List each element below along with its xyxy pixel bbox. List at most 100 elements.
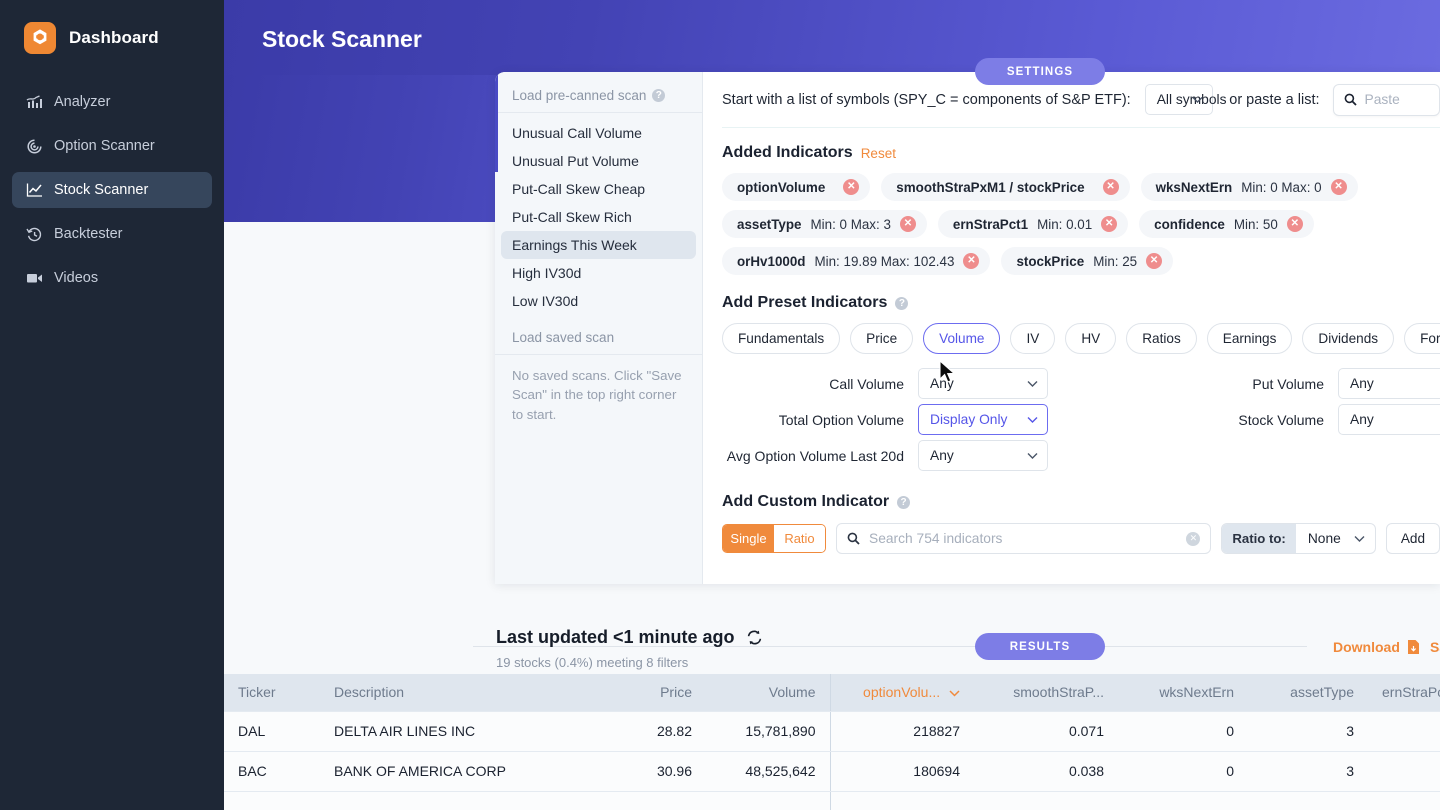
- cell-asset-type: [1248, 791, 1368, 810]
- chevron-down-icon: [1027, 416, 1038, 423]
- cell-wks-next-ern: 0: [1118, 751, 1248, 792]
- sidebar-item-option-scanner[interactable]: Option Scanner: [12, 128, 212, 164]
- col-header-option-volume[interactable]: optionVolu...: [829, 674, 974, 712]
- indicator-chip[interactable]: ernStraPct1 Min: 0.01 ✕: [937, 210, 1129, 238]
- indicator-chip[interactable]: smoothStraPxM1 / stockPrice ✕: [881, 173, 1130, 201]
- clear-icon[interactable]: ✕: [1186, 531, 1201, 546]
- stock-volume-select[interactable]: Any: [1338, 404, 1440, 435]
- col-header-ticker[interactable]: Ticker: [224, 674, 320, 712]
- preset-button-iv[interactable]: IV: [1010, 323, 1056, 354]
- divider-right: [1102, 646, 1307, 647]
- col-header-price[interactable]: Price: [610, 674, 706, 712]
- custom-indicator-header: Add Custom Indicator ?: [722, 493, 1440, 511]
- scan-item-label: Unusual Call Volume: [512, 125, 642, 141]
- remove-indicator-icon[interactable]: ✕: [963, 253, 980, 269]
- indicator-chip[interactable]: assetType Min: 0 Max: 3 ✕: [722, 210, 927, 238]
- ratio-to-select[interactable]: None: [1296, 524, 1375, 553]
- sidebar-item-label: Backtester: [54, 226, 123, 242]
- cell-smooth-stra-px: [974, 791, 1118, 810]
- scan-item[interactable]: Low IV30d: [501, 287, 696, 315]
- remove-indicator-icon[interactable]: ✕: [1102, 179, 1119, 195]
- col-header-smooth-stra-px[interactable]: smoothStraP...: [974, 674, 1118, 712]
- cell-volume: 15,781,890: [706, 711, 830, 752]
- remove-indicator-icon[interactable]: ✕: [899, 216, 916, 232]
- table-row[interactable]: DAL DELTA AIR LINES INC 28.82 15,781,890…: [224, 711, 1440, 752]
- save-scan-button[interactable]: Save Scan: [1430, 639, 1440, 655]
- scan-item[interactable]: Put-Call Skew Rich: [501, 203, 696, 231]
- indicator-search-placeholder: Search 754 indicators: [869, 531, 1003, 546]
- scan-item[interactable]: Put-Call Skew Cheap: [501, 175, 696, 203]
- indicator-mode-toggle[interactable]: Single Ratio: [722, 524, 826, 553]
- table-header-row: Ticker Description Price Volume optionVo…: [224, 674, 1440, 712]
- avg-option-volume-select[interactable]: Any: [918, 440, 1048, 471]
- paste-symbols-input[interactable]: Paste: [1332, 83, 1440, 116]
- help-icon[interactable]: ?: [897, 495, 911, 509]
- symbols-select[interactable]: All symbols: [1144, 84, 1227, 115]
- sidebar: Dashboard Analyzer Option Scanner Stock …: [0, 0, 224, 810]
- add-indicator-button[interactable]: Add: [1385, 523, 1440, 554]
- put-volume-select[interactable]: Any: [1338, 368, 1440, 399]
- field-label-total-option-volume: Total Option Volume: [778, 411, 904, 428]
- col-header-description[interactable]: Description: [320, 674, 610, 712]
- download-button[interactable]: Download: [1333, 639, 1420, 655]
- preset-button-fundamentals[interactable]: Fundamentals: [722, 323, 841, 354]
- indicator-chip[interactable]: confidence Min: 50 ✕: [1139, 210, 1314, 238]
- scan-item-label: Put-Call Skew Cheap: [512, 181, 646, 197]
- remove-indicator-icon[interactable]: ✕: [1286, 216, 1303, 232]
- brand[interactable]: Dashboard: [0, 0, 224, 54]
- reset-indicators-button[interactable]: Reset: [861, 146, 896, 161]
- indicator-chip[interactable]: stockPrice Min: 25 ✕: [1001, 247, 1174, 275]
- preset-button-ratios[interactable]: Ratios: [1126, 323, 1197, 354]
- indicator-chip[interactable]: optionVolume ✕: [722, 173, 871, 201]
- cell-wks-next-ern: 0: [1118, 711, 1248, 752]
- preset-button-forecasts[interactable]: Forecasts: [1404, 323, 1440, 354]
- sidebar-item-analyzer[interactable]: Analyzer: [12, 84, 212, 120]
- precanned-scan-list: Unusual Call Volume Unusual Put Volume P…: [495, 113, 702, 315]
- preset-button-volume[interactable]: Volume: [923, 323, 1001, 354]
- table-row[interactable]: BAC BANK OF AMERICA CORP 30.96 48,525,64…: [224, 751, 1440, 792]
- col-header-ern-stra-pct1[interactable]: ernStraPct1: [1368, 674, 1440, 712]
- col-header-asset-type[interactable]: assetType: [1248, 674, 1368, 712]
- total-option-volume-select[interactable]: Display Only: [918, 404, 1048, 435]
- preset-button-dividends[interactable]: Dividends: [1302, 323, 1395, 354]
- put-volume-value: Any: [1350, 376, 1374, 391]
- preset-button-earnings[interactable]: Earnings: [1206, 323, 1293, 354]
- remove-indicator-icon[interactable]: ✕: [1330, 179, 1347, 195]
- col-header-volume[interactable]: Volume: [706, 674, 830, 712]
- sidebar-item-stock-scanner[interactable]: Stock Scanner: [12, 172, 212, 208]
- preset-button-price[interactable]: Price: [850, 323, 914, 354]
- indicator-chip[interactable]: orHv1000d Min: 19.89 Max: 102.43 ✕: [722, 247, 991, 275]
- remove-indicator-icon[interactable]: ✕: [1146, 253, 1163, 269]
- history-clock-icon: [26, 226, 43, 243]
- indicator-chip-range: Min: 0 Max: 3: [810, 216, 891, 232]
- indicator-search-input[interactable]: Search 754 indicators ✕: [836, 523, 1212, 554]
- preset-button-hv[interactable]: HV: [1065, 323, 1117, 354]
- scan-item[interactable]: Unusual Put Volume: [501, 147, 696, 175]
- remove-indicator-icon[interactable]: ✕: [843, 179, 860, 195]
- file-download-icon: [1407, 640, 1419, 654]
- mode-single-button[interactable]: Single: [723, 525, 774, 552]
- sidebar-item-label: Analyzer: [54, 94, 111, 110]
- remove-indicator-icon[interactable]: ✕: [1101, 216, 1118, 232]
- last-updated-text: Last updated <1 minute ago: [496, 627, 763, 648]
- scan-item[interactable]: High IV30d: [501, 259, 696, 287]
- results-section-badge: RESULTS: [975, 633, 1105, 660]
- col-header-wks-next-ern[interactable]: wksNextErn: [1118, 674, 1248, 712]
- preset-indicator-buttons: Fundamentals Price Volume IV HV Ratios E…: [722, 323, 1440, 354]
- cell-option-volume: 218827: [829, 711, 974, 752]
- refresh-icon[interactable]: [746, 629, 763, 646]
- sidebar-item-backtester[interactable]: Backtester: [12, 216, 212, 252]
- scan-item-selected[interactable]: Earnings This Week: [501, 231, 696, 259]
- help-icon[interactable]: ?: [652, 89, 666, 102]
- indicator-chip-range: Min: 19.89 Max: 102.43: [814, 253, 955, 269]
- mode-ratio-button[interactable]: Ratio: [774, 525, 825, 552]
- ratio-to-label: Ratio to:: [1222, 524, 1296, 553]
- chevron-down-icon: [1354, 535, 1365, 542]
- indicator-chip[interactable]: wksNextErn Min: 0 Max: 0 ✕: [1140, 173, 1358, 201]
- added-indicators-chips: optionVolume ✕ smoothStraPxM1 / stockPri…: [722, 173, 1440, 275]
- scan-item[interactable]: Unusual Call Volume: [501, 119, 696, 147]
- table-row[interactable]: [224, 791, 1440, 810]
- sidebar-item-videos[interactable]: Videos: [12, 260, 212, 296]
- help-icon[interactable]: ?: [895, 296, 909, 310]
- call-volume-select[interactable]: Any: [918, 368, 1048, 399]
